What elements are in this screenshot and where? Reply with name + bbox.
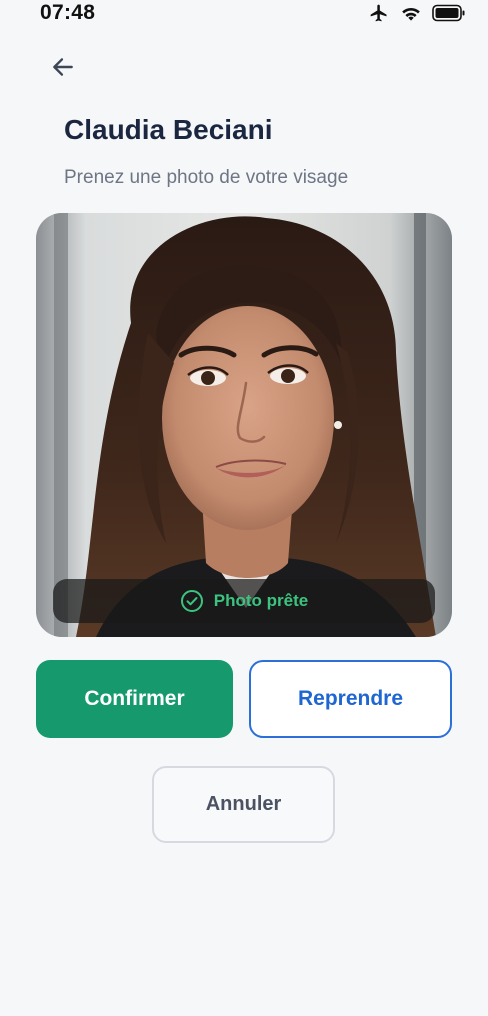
arrow-left-icon [53, 58, 73, 76]
photo-status-badge: Photo prête [53, 579, 435, 623]
face-photo: Photo prête [36, 213, 452, 637]
back-button[interactable] [46, 50, 80, 84]
status-time: 07:48 [40, 1, 96, 24]
cancel-button[interactable]: Annuler [152, 766, 335, 843]
confirm-button[interactable]: Confirmer [36, 660, 233, 738]
status-bar: 07:48 [0, 0, 488, 28]
photo-status-label: Photo prête [213, 591, 309, 610]
page-subtitle: Prenez une photo de votre visage [64, 167, 349, 188]
page-title: Claudia Beciani [64, 114, 273, 145]
retake-button[interactable]: Reprendre [249, 660, 452, 738]
check-circle-icon [180, 590, 203, 612]
airplane-icon [370, 4, 387, 22]
face-photo-image [36, 213, 452, 637]
battery-icon [432, 4, 465, 22]
status-icons [368, 3, 466, 23]
wifi-icon [402, 7, 420, 21]
